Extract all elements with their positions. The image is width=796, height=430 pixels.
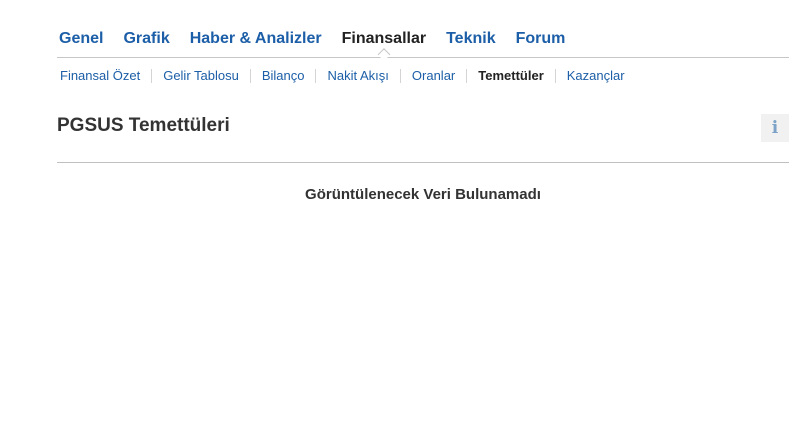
section-divider (57, 162, 789, 163)
info-button[interactable]: i (761, 114, 789, 142)
subtab-divider (554, 69, 556, 83)
tab-haber-analizler[interactable]: Haber & Analizler (190, 29, 322, 49)
page-title: PGSUS Temettüleri (57, 115, 230, 136)
subtab-divider (151, 69, 153, 83)
tab-finansallar[interactable]: Finansallar (341, 29, 427, 61)
tab-teknik[interactable]: Teknik (446, 29, 496, 49)
subtab-oranlar[interactable]: Oranlar (412, 68, 455, 84)
tab-forum[interactable]: Forum (516, 29, 566, 49)
subtab-divider (466, 69, 468, 83)
main-tab-bar: Genel Grafik Haber & Analizler Finansall… (57, 29, 789, 61)
tab-finansallar-label: Finansallar (341, 30, 427, 47)
subtab-temettuler[interactable]: Temettüler (478, 68, 544, 84)
sub-tab-bar: Finansal Özet Gelir Tablosu Bilanço Naki… (60, 68, 625, 84)
subtab-finansal-ozet[interactable]: Finansal Özet (60, 68, 140, 84)
subtab-divider (315, 69, 317, 83)
tab-grafik[interactable]: Grafik (123, 29, 169, 49)
subtab-nakit-akisi[interactable]: Nakit Akışı (327, 68, 388, 84)
info-icon: i (771, 118, 779, 138)
subtab-kazanclar[interactable]: Kazançlar (567, 68, 625, 84)
subtab-gelir-tablosu[interactable]: Gelir Tablosu (163, 68, 239, 84)
tab-genel[interactable]: Genel (59, 29, 103, 49)
subtab-divider (399, 69, 401, 83)
no-data-message: Görüntülenecek Veri Bulunamadı (305, 186, 541, 203)
subtab-bilanco[interactable]: Bilanço (262, 68, 305, 84)
active-tab-caret-icon (377, 48, 391, 61)
subtab-divider (249, 69, 251, 83)
